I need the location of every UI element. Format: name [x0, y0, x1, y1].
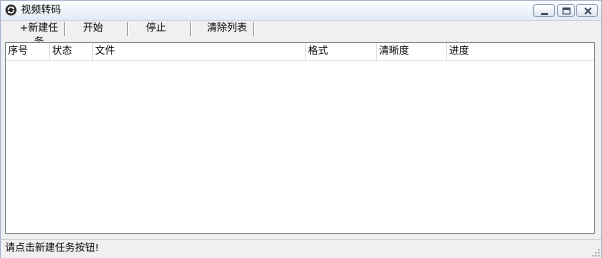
toolbar: +新建任务 开始 停止 清除列表	[1, 21, 601, 48]
title-bar[interactable]: 视频转码	[1, 1, 601, 21]
toolbar-separator	[190, 22, 192, 36]
toolbar-separator	[253, 22, 255, 36]
app-window: 视频转码 +新建任务 开始 停止 清除列表 序号	[0, 0, 602, 258]
minimize-icon	[541, 13, 548, 15]
toolbar-separator	[127, 22, 129, 36]
task-list[interactable]: 序号 状态 文件 格式 清晰度 进度	[5, 42, 595, 234]
column-header-progress[interactable]: 进度	[447, 43, 592, 60]
window-title: 视频转码	[21, 5, 61, 16]
maximize-icon	[562, 7, 571, 15]
status-bar: 请点击新建任务按钮!	[1, 239, 601, 258]
new-task-button[interactable]: +新建任务	[17, 22, 61, 48]
resize-grip-icon[interactable]	[590, 247, 600, 257]
toolbar-separator	[64, 22, 66, 36]
maximize-button[interactable]	[557, 4, 575, 17]
task-list-body[interactable]	[6, 61, 594, 233]
column-header-index[interactable]: 序号	[6, 43, 50, 60]
stop-button[interactable]: 停止	[138, 22, 174, 36]
table-header: 序号 状态 文件 格式 清晰度 进度	[6, 43, 594, 61]
refresh-icon	[5, 4, 17, 16]
column-header-status[interactable]: 状态	[50, 43, 93, 60]
column-header-format[interactable]: 格式	[306, 43, 377, 60]
column-header-resolution[interactable]: 清晰度	[377, 43, 447, 60]
close-icon	[584, 7, 592, 15]
start-button[interactable]: 开始	[75, 22, 111, 36]
status-message: 请点击新建任务按钮!	[5, 243, 100, 254]
minimize-button[interactable]	[533, 4, 555, 17]
column-header-file[interactable]: 文件	[93, 43, 306, 60]
close-button[interactable]	[576, 4, 598, 17]
clear-list-button[interactable]: 清除列表	[204, 22, 250, 36]
